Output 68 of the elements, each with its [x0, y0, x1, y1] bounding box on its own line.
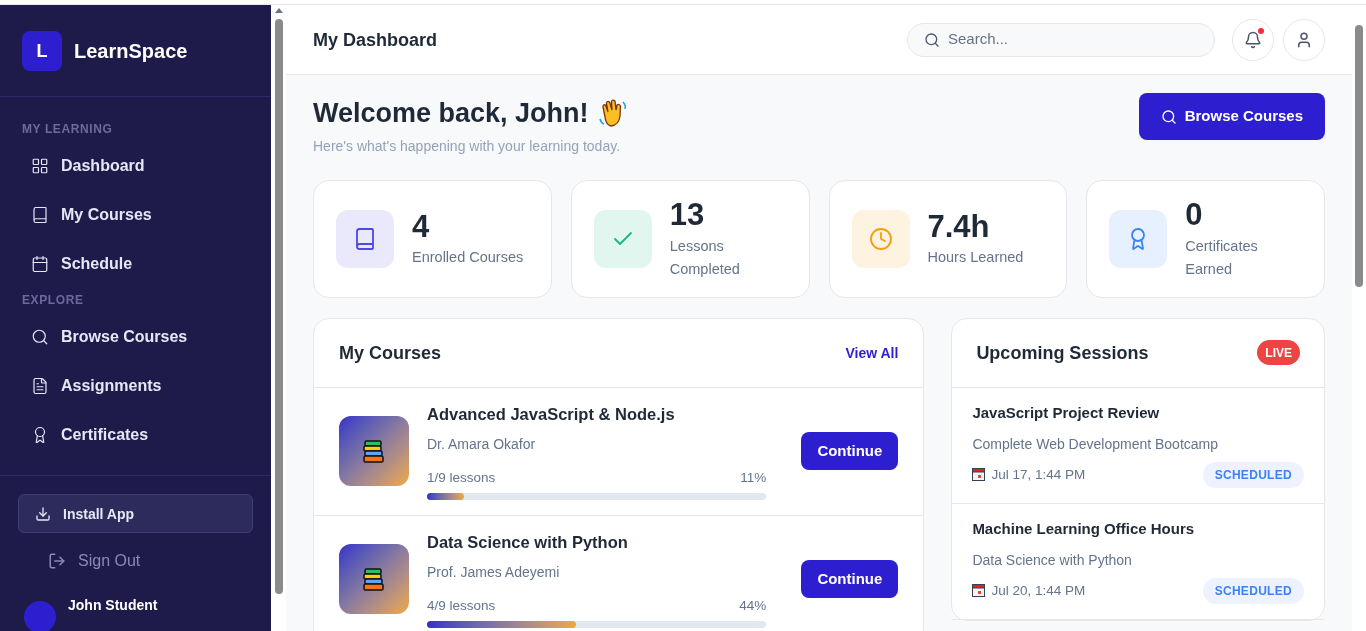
nav-item[interactable]: Certificates — [0, 410, 271, 459]
nav-item[interactable]: Schedule — [0, 239, 271, 288]
stat-label: Hours Learned — [927, 248, 1024, 268]
document-icon — [31, 376, 49, 395]
progress-percent: 44% — [739, 596, 767, 615]
brand-name: LearnSpace — [74, 38, 188, 64]
avatar — [24, 601, 56, 631]
stat-label: Certificates Earned — [1185, 236, 1259, 279]
course-title: Data Science with Python — [427, 532, 629, 553]
calendar-icon — [972, 584, 986, 598]
page-title: My Dashboard — [313, 28, 438, 52]
book-icon — [353, 226, 377, 251]
stat-value: 4 — [412, 207, 431, 246]
view-all-link[interactable]: View All — [845, 342, 899, 363]
books-icon — [361, 438, 387, 464]
calendar-icon — [972, 468, 986, 482]
card-title: Upcoming Sessions — [976, 341, 1149, 365]
session-title: JavaScript Project Review — [972, 403, 1161, 424]
course-instructor: Dr. Amara Okafor — [427, 434, 537, 454]
progress-percent: 11% — [740, 468, 767, 487]
lessons-count: 1/9 lessons — [427, 468, 496, 487]
session-course: Data Science with Python — [972, 550, 1133, 570]
welcome-title: Welcome back, John! — [313, 97, 589, 130]
sign-out-button[interactable]: Sign Out — [18, 535, 253, 587]
waving-hand-icon — [596, 97, 629, 130]
welcome-subtitle: Here's what's happening with your learning today. — [313, 136, 622, 156]
logo: L — [22, 30, 62, 71]
session-course: Complete Web Development Bootcamp — [972, 434, 1220, 454]
stat-label: Lessons Completed — [669, 236, 741, 279]
stat-label: Enrolled Courses — [412, 248, 524, 268]
nav-item[interactable]: My Courses — [0, 190, 271, 239]
user-name: John Student — [68, 596, 158, 615]
continue-button[interactable]: Continue — [801, 560, 899, 598]
book-icon — [31, 205, 49, 224]
lessons-count: 4/9 lessons — [427, 596, 496, 615]
user-icon — [1295, 30, 1313, 49]
search-field[interactable]: Search... — [907, 22, 1215, 57]
bell-icon — [1244, 30, 1262, 49]
stat-value: 7.4h — [927, 207, 991, 246]
download-icon — [35, 505, 51, 522]
search-input[interactable]: Search... — [948, 28, 1198, 51]
nav-item[interactable]: Assignments — [0, 361, 271, 410]
stat-value: 13 — [669, 196, 706, 235]
grid-icon — [31, 156, 49, 175]
course-instructor: Prof. James Adeyemi — [427, 562, 561, 582]
sign-out-icon — [48, 552, 66, 570]
nav-item[interactable]: Dashboard — [0, 141, 271, 190]
live-badge: LIVE — [1257, 340, 1300, 365]
session-time: Jul 20, 1:44 PM — [991, 581, 1086, 600]
section-heading: EXPLORE — [21, 292, 85, 309]
search-icon — [1160, 108, 1177, 125]
search-icon — [924, 31, 940, 48]
nav-item[interactable]: Browse Courses — [0, 312, 271, 361]
status-badge: SCHEDULED — [1202, 577, 1304, 604]
continue-button[interactable]: Continue — [801, 432, 899, 470]
stat-value: 0 — [1185, 196, 1204, 235]
session-time: Jul 17, 1:44 PM — [991, 465, 1086, 484]
browse-courses-button[interactable]: Browse Courses — [1138, 93, 1325, 140]
search-icon — [31, 327, 49, 346]
section-heading: MY LEARNING — [21, 121, 114, 138]
card-title: My Courses — [339, 341, 442, 365]
install-app-button[interactable]: Install App — [18, 494, 253, 533]
calendar-icon — [31, 254, 49, 273]
clock-icon — [868, 226, 893, 251]
books-icon — [361, 566, 387, 592]
status-badge: SCHEDULED — [1202, 461, 1304, 488]
course-title: Advanced JavaScript & Node.js — [427, 404, 676, 425]
session-title: Machine Learning Office Hours — [972, 519, 1196, 540]
